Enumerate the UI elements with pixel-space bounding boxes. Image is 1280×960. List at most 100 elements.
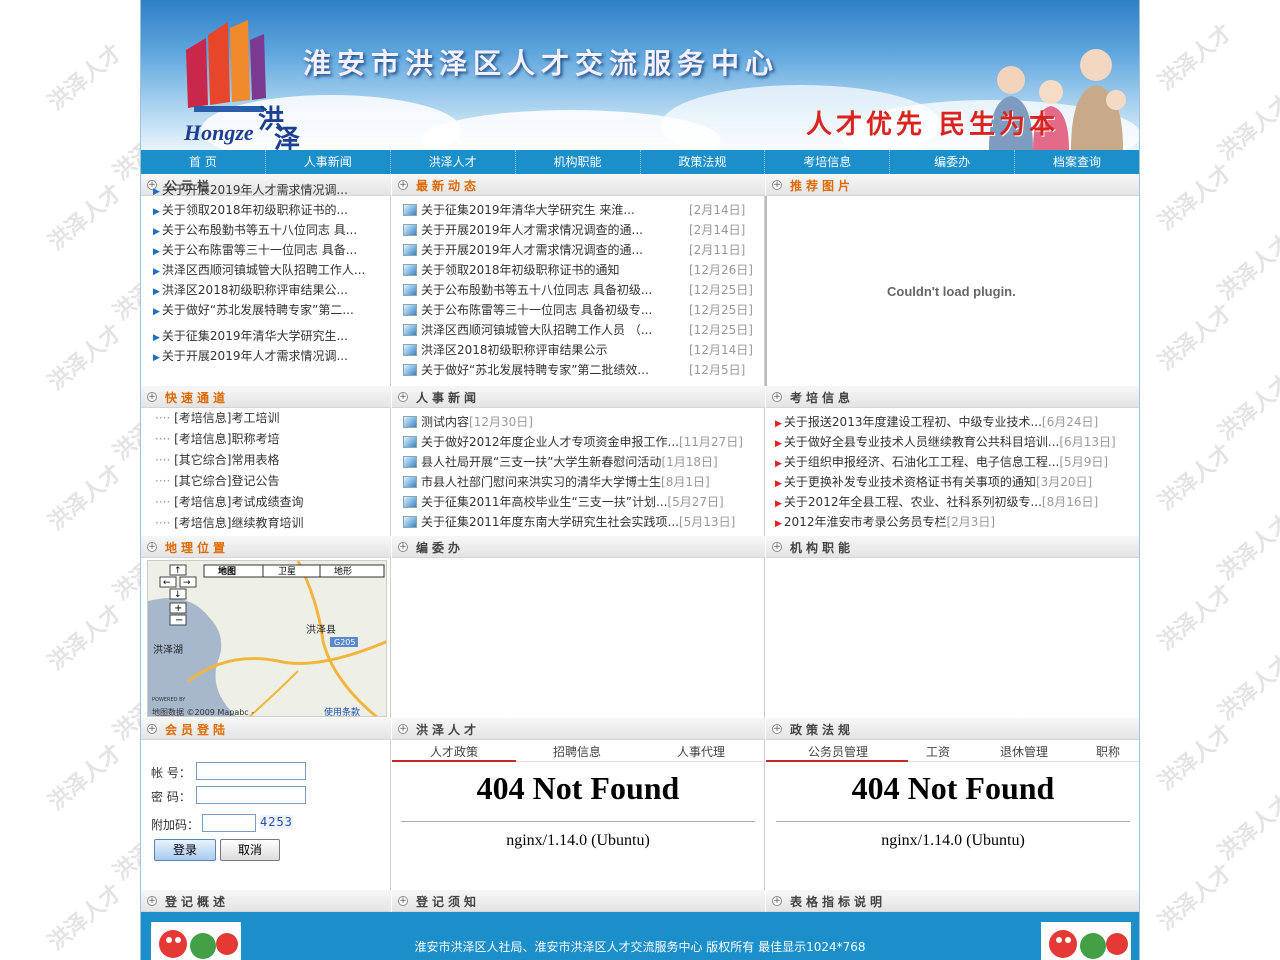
latest-news-item[interactable]: 关于开展2019年人才需求情况调查的通... [2月14日] bbox=[403, 220, 755, 240]
exam-info-link[interactable]: 关于组织申报经济、石油化工工程、电子信息工程... bbox=[784, 455, 1059, 469]
hr-news-link[interactable]: 市县人社部门慰问来洪实习的清华大学博士生 bbox=[421, 475, 661, 489]
latest-news-link[interactable]: 关于做好“苏北发展特聘专家”第二批绩效... bbox=[421, 363, 649, 377]
notice-link[interactable]: 关于公布殷勤书等五十八位同志 具... bbox=[162, 223, 357, 237]
latest-news-link[interactable]: 关于征集2019年清华大学研究生 来淮... bbox=[421, 203, 635, 217]
nav-item[interactable]: 考培信息 bbox=[765, 150, 891, 174]
captcha-image[interactable]: 4253 bbox=[260, 815, 293, 829]
exam-info-item[interactable]: ▶ 关于做好全县专业技术人员继续教育公共科目培训...[6月13日] bbox=[775, 432, 1137, 452]
account-input[interactable] bbox=[196, 762, 306, 780]
exam-info-item[interactable]: ▶ 关于2012年全县工程、农业、社科系列初级专...[8月16日] bbox=[775, 492, 1137, 512]
latest-news-item[interactable]: 关于公布陈雷等三十一位同志 具备初级专... [12月25日] bbox=[403, 300, 755, 320]
exam-info-item[interactable]: ▶ 关于组织申报经济、石油化工工程、电子信息工程...[5月9日] bbox=[775, 452, 1137, 472]
nav-item[interactable]: 机构职能 bbox=[516, 150, 641, 174]
login-button[interactable]: 登录 bbox=[154, 839, 216, 861]
hr-news-link[interactable]: 县人社局开展“三支一扶”大学生新春慰问活动 bbox=[421, 455, 661, 469]
map-tab[interactable]: 地图 bbox=[218, 565, 236, 577]
notice-link[interactable]: 关于公布陈雷等三十一位同志 具备... bbox=[162, 243, 357, 257]
nav-item[interactable]: 人事新闻 bbox=[266, 150, 391, 174]
pan-up-icon[interactable]: ↑ bbox=[174, 566, 182, 576]
latest-news-item[interactable]: 洪泽区2018初级职称评审结果公示 [12月14日] bbox=[403, 340, 755, 360]
latest-news-item[interactable]: 洪泽区西顺河镇城管大队招聘工作人员 （... [12月25日] bbox=[403, 320, 755, 340]
hr-news-item[interactable]: 县人社局开展“三支一扶”大学生新春慰问活动[1月18日] bbox=[403, 452, 755, 472]
notice-item[interactable]: ▶ 洪泽区西顺河镇城管大队招聘工作人... bbox=[153, 260, 389, 280]
quick-link[interactable]: [考培信息]考工培训 bbox=[174, 411, 279, 425]
notice-link[interactable]: 关于做好“苏北发展特聘专家”第二... bbox=[162, 303, 354, 317]
exam-info-link[interactable]: 关于更换补发专业技术资格证书有关事项的通知 bbox=[784, 475, 1036, 489]
pan-left-icon[interactable]: ← bbox=[163, 578, 171, 588]
latest-news-link[interactable]: 关于开展2019年人才需求情况调查的通... bbox=[421, 223, 643, 237]
nav-item[interactable]: 首 页 bbox=[141, 150, 266, 174]
location-map[interactable]: G205 洪泽县 洪泽湖 地图 卫星 地形 ↑ ← → ↓ + − POWERE… bbox=[147, 560, 387, 717]
quick-link-item[interactable]: ···· [考培信息]考试成绩查询 bbox=[155, 492, 385, 513]
quick-link[interactable]: [其它综合]登记公告 bbox=[174, 474, 279, 488]
hr-news-item[interactable]: 关于征集2011年度东南大学研究生社会实践项...[5月13日] bbox=[403, 512, 755, 532]
tab-recruitment[interactable]: 招聘信息 bbox=[553, 743, 601, 760]
tab-title[interactable]: 职称 bbox=[1096, 743, 1120, 760]
latest-news-item[interactable]: 关于征集2019年清华大学研究生 来淮... [2月14日] bbox=[403, 200, 755, 220]
latest-news-item[interactable]: 关于领取2018年初级职称证书的通知 [12月26日] bbox=[403, 260, 755, 280]
notice-item[interactable]: ▶ 洪泽区2018初级职称评审结果公... bbox=[153, 280, 389, 300]
hr-news-item[interactable]: 关于做好2012年度企业人才专项资金申报工作...[11月27日] bbox=[403, 432, 755, 452]
zoom-out-icon[interactable]: − bbox=[175, 615, 183, 626]
latest-news-item[interactable]: 关于公布殷勤书等五十八位同志 具备初级... [12月25日] bbox=[403, 280, 755, 300]
exam-info-link[interactable]: 关于2012年全县工程、农业、社科系列初级专... bbox=[784, 495, 1042, 509]
pan-right-icon[interactable]: → bbox=[183, 578, 191, 588]
notice-link[interactable]: 洪泽区2018初级职称评审结果公... bbox=[162, 283, 348, 297]
latest-news-item[interactable]: 关于开展2019年人才需求情况调查的通... [2月11日] bbox=[403, 240, 755, 260]
password-input[interactable] bbox=[196, 786, 306, 804]
zoom-in-icon[interactable]: + bbox=[174, 603, 182, 614]
hr-news-link[interactable]: 关于做好2012年度企业人才专项资金申报工作... bbox=[421, 435, 679, 449]
tab-talent-policy[interactable]: 人才政策 bbox=[430, 743, 478, 760]
tab-civil-servant[interactable]: 公务员管理 bbox=[808, 743, 868, 760]
quick-link-item[interactable]: ···· [考培信息]继续教育培训 bbox=[155, 513, 385, 534]
quick-link[interactable]: [其它综合]常用表格 bbox=[174, 453, 279, 467]
map-terms-link[interactable]: 使用条款 bbox=[324, 706, 360, 717]
tab-personnel-agency[interactable]: 人事代理 bbox=[677, 743, 725, 760]
latest-news-item[interactable]: 关于做好“苏北发展特聘专家”第二批绩效... [12月5日] bbox=[403, 360, 755, 380]
notice-link[interactable]: 关于领取2018年初级职称证书的... bbox=[162, 203, 348, 217]
quick-link[interactable]: [考培信息]职称考培 bbox=[174, 432, 279, 446]
exam-info-item[interactable]: ▶ 关于报送2013年度建设工程初、中级专业技术...[6月24日] bbox=[775, 412, 1137, 432]
nav-item[interactable]: 政策法规 bbox=[641, 150, 766, 174]
hr-news-link[interactable]: 测试内容 bbox=[421, 415, 469, 429]
nav-item[interactable]: 编委办 bbox=[890, 150, 1016, 174]
notice-item[interactable]: ▶ 关于开展2019年人才需求情况调... bbox=[153, 346, 389, 366]
latest-news-link[interactable]: 关于公布殷勤书等五十八位同志 具备初级... bbox=[421, 283, 652, 297]
notice-link[interactable]: 关于征集2019年清华大学研究生... bbox=[162, 329, 348, 343]
quick-link[interactable]: [考培信息]考试成绩查询 bbox=[174, 495, 303, 509]
latest-news-link[interactable]: 关于开展2019年人才需求情况调查的通... bbox=[421, 243, 643, 257]
notice-item[interactable]: ▶ 关于公布殷勤书等五十八位同志 具... bbox=[153, 220, 389, 240]
exam-info-link[interactable]: 关于做好全县专业技术人员继续教育公共科目培训... bbox=[784, 435, 1059, 449]
exam-info-link[interactable]: 关于报送2013年度建设工程初、中级专业技术... bbox=[784, 415, 1042, 429]
notice-item[interactable]: ▶ 关于公布陈雷等三十一位同志 具备... bbox=[153, 240, 389, 260]
notice-item[interactable]: ▶ 关于开展2019年人才需求情况调... bbox=[153, 180, 389, 200]
latest-news-link[interactable]: 洪泽区2018初级职称评审结果公示 bbox=[421, 343, 608, 357]
quick-link[interactable]: [考培信息]继续教育培训 bbox=[174, 516, 303, 530]
exam-info-item[interactable]: ▶ 2012年淮安市考录公务员专栏[2月3日] bbox=[775, 512, 1137, 532]
notice-link[interactable]: 洪泽区西顺河镇城管大队招聘工作人... bbox=[162, 263, 365, 277]
nav-item[interactable]: 档案查询 bbox=[1015, 150, 1139, 174]
hr-news-item[interactable]: 关于征集2011年高校毕业生“三支一扶”计划...[5月27日] bbox=[403, 492, 755, 512]
notice-item[interactable]: ▶ 关于领取2018年初级职称证书的... bbox=[153, 200, 389, 220]
quick-link-item[interactable]: ···· [考培信息]考工培训 bbox=[155, 408, 385, 429]
notice-item[interactable]: ▶ 关于征集2019年清华大学研究生... bbox=[153, 326, 389, 346]
cancel-button[interactable]: 取消 bbox=[220, 839, 280, 861]
hr-news-item[interactable]: 测试内容[12月30日] bbox=[403, 412, 755, 432]
nav-item[interactable]: 洪泽人才 bbox=[391, 150, 516, 174]
notice-link[interactable]: 关于开展2019年人才需求情况调... bbox=[162, 349, 348, 363]
latest-news-link[interactable]: 关于领取2018年初级职称证书的通知 bbox=[421, 263, 620, 277]
tab-salary[interactable]: 工资 bbox=[926, 743, 950, 760]
quick-link-item[interactable]: ···· [其它综合]登记公告 bbox=[155, 471, 385, 492]
terrain-tab[interactable]: 地形 bbox=[334, 565, 352, 577]
latest-news-link[interactable]: 洪泽区西顺河镇城管大队招聘工作人员 （... bbox=[421, 323, 652, 337]
notice-item[interactable]: ▶ 关于做好“苏北发展特聘专家”第二... bbox=[153, 300, 389, 320]
exam-info-link[interactable]: 2012年淮安市考录公务员专栏 bbox=[784, 515, 947, 529]
notice-link[interactable]: 关于开展2019年人才需求情况调... bbox=[162, 183, 348, 197]
satellite-tab[interactable]: 卫星 bbox=[278, 566, 296, 577]
captcha-input[interactable] bbox=[202, 814, 256, 832]
exam-info-item[interactable]: ▶ 关于更换补发专业技术资格证书有关事项的通知[3月20日] bbox=[775, 472, 1137, 492]
latest-news-link[interactable]: 关于公布陈雷等三十一位同志 具备初级专... bbox=[421, 303, 652, 317]
hr-news-item[interactable]: 市县人社部门慰问来洪实习的清华大学博士生[8月1日] bbox=[403, 472, 755, 492]
tab-retirement[interactable]: 退休管理 bbox=[1000, 743, 1048, 760]
quick-link-item[interactable]: ···· [其它综合]常用表格 bbox=[155, 450, 385, 471]
